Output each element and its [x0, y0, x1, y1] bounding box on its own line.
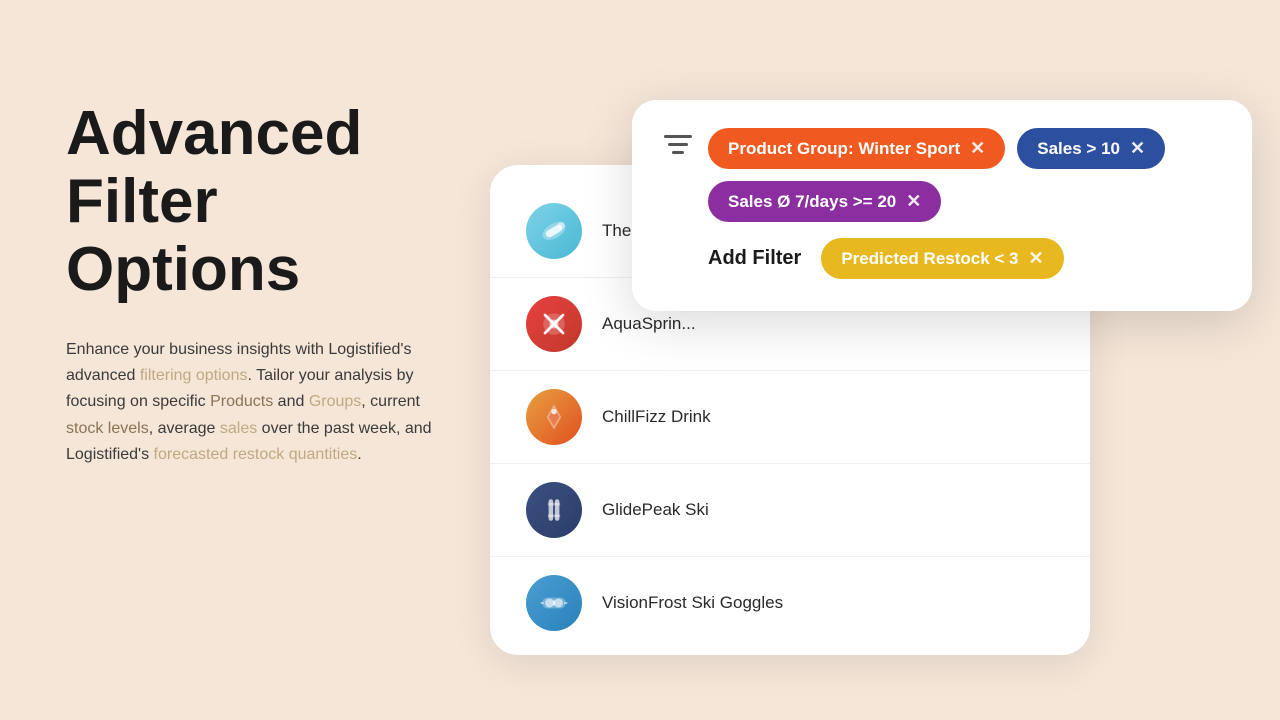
list-item[interactable]: GlidePeak Ski: [490, 463, 1090, 556]
link-forecasted-restock: forecasted restock quantities: [154, 446, 358, 463]
left-section: Advanced Filter Options Enhance your bus…: [66, 100, 446, 469]
link-groups: Groups: [309, 393, 361, 410]
product-icon-aqua: [526, 296, 582, 352]
link-filtering-options: filtering options: [140, 367, 248, 384]
add-filter-row: Add Filter Predicted Restock < 3 ✕: [664, 238, 1220, 279]
list-item[interactable]: VisionFrost Ski Goggles: [490, 556, 1090, 649]
tag-close-sales-gt10[interactable]: ✕: [1130, 138, 1145, 159]
filter-tags-top: Product Group: Winter Sport ✕ Sales > 10…: [708, 128, 1220, 222]
product-icon-mint: [526, 203, 582, 259]
link-avg-sales: sales: [220, 420, 257, 437]
product-icon-glide: [526, 482, 582, 538]
filter-card: Product Group: Winter Sport ✕ Sales > 10…: [632, 100, 1252, 311]
product-name: AquaSprin...: [602, 314, 696, 334]
tag-close-sales-avg[interactable]: ✕: [906, 191, 921, 212]
list-item[interactable]: ChillFizz Drink: [490, 370, 1090, 463]
tag-close-restock[interactable]: ✕: [1029, 248, 1044, 269]
tag-sales-gt10[interactable]: Sales > 10 ✕: [1017, 128, 1165, 169]
add-filter-label[interactable]: Add Filter: [708, 247, 801, 270]
filter-row-top: Product Group: Winter Sport ✕ Sales > 10…: [664, 128, 1220, 222]
tag-sales-avg[interactable]: Sales Ø 7/days >= 20 ✕: [708, 181, 941, 222]
tag-restock[interactable]: Predicted Restock < 3 ✕: [821, 238, 1063, 279]
description: Enhance your business insights with Logi…: [66, 337, 446, 469]
link-stock-levels: stock levels: [66, 420, 149, 437]
main-heading: Advanced Filter Options: [66, 100, 446, 305]
filter-lines-icon: [664, 134, 692, 161]
product-icon-vision: [526, 575, 582, 631]
product-name: GlidePeak Ski: [602, 500, 709, 520]
product-icon-chill: [526, 389, 582, 445]
link-products: Products: [210, 393, 273, 410]
tag-product-group[interactable]: Product Group: Winter Sport ✕: [708, 128, 1005, 169]
product-name: ChillFizz Drink: [602, 407, 711, 427]
product-name: VisionFrost Ski Goggles: [602, 593, 783, 613]
tag-close-product-group[interactable]: ✕: [970, 138, 985, 159]
